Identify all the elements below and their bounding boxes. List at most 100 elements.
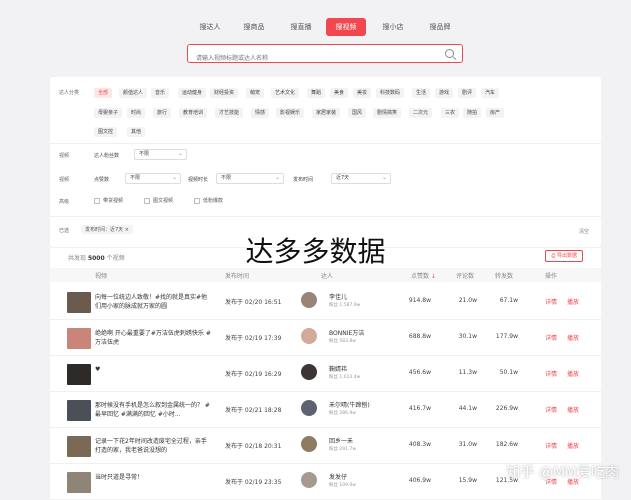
category-chip[interactable]: 颜值达人: [119, 88, 148, 98]
video-label: 视频: [59, 177, 70, 183]
category-chip[interactable]: 剧评: [458, 88, 477, 98]
likes-label: 点赞数: [94, 177, 110, 183]
category-chip[interactable]: 才艺技能: [215, 108, 244, 118]
filter-panel: 达人分类 全部 颜值达人 音乐 运动健身 财经投资 萌宠 艺术文化 舞蹈 美食 美妆 科技数码 生活游…: [50, 77, 601, 247]
table-row[interactable]: 向每一位统边人致敬！#找的就是真实#他们用小家的脉成就万家的圆 发布于 02/20…: [50, 284, 601, 320]
expert-label: 视频: [59, 153, 70, 159]
video-thumbnail[interactable]: [67, 328, 91, 349]
tab-search-products[interactable]: 搜商品: [237, 18, 271, 36]
category-chip[interactable]: 剧情搞笑: [373, 108, 402, 118]
category-chip[interactable]: 教育培训: [179, 108, 208, 118]
avatar[interactable]: [301, 364, 317, 380]
play-link[interactable]: 播放: [567, 333, 579, 342]
check-image-video[interactable]: 图文视频: [144, 197, 173, 204]
col-ops: 操作: [545, 273, 558, 280]
table-row[interactable]: ♥ 发布于 02/19 16:29 鞠婧祎 粉丝 1,013.4w 456.6w 11.3…: [50, 356, 601, 392]
tab-search-live[interactable]: 搜直播: [283, 18, 319, 36]
likes-count: 408.3w: [408, 441, 431, 448]
likes-select[interactable]: 不限: [125, 173, 181, 184]
video-thumbnail[interactable]: [67, 364, 91, 385]
detail-link[interactable]: 详情: [545, 369, 557, 378]
category-chip[interactable]: 美食: [330, 88, 349, 98]
category-chip[interactable]: 萌宠: [246, 88, 265, 98]
col-shares[interactable]: 转发数: [495, 271, 513, 280]
category-chip[interactable]: 情感: [251, 108, 270, 118]
checkbox[interactable]: [194, 197, 200, 204]
avatar[interactable]: [301, 436, 317, 452]
expert-name[interactable]: 鞠婧祎: [329, 364, 347, 373]
video-thumbnail[interactable]: [67, 400, 91, 421]
table-row[interactable]: 绝绝啊 开心最重要了#万洁伍虎刺绣快乐 #万洁伍虎 发布于 02/19 17:39…: [50, 320, 601, 356]
category-chip[interactable]: 母婴亲子: [94, 108, 123, 118]
category-chip[interactable]: 三农: [441, 108, 460, 118]
expert-name[interactable]: 回乡一禾: [329, 436, 353, 445]
category-chip[interactable]: 舞蹈: [307, 88, 326, 98]
expert-name[interactable]: 发发仔: [329, 472, 347, 481]
tab-search-shops[interactable]: 搜小店: [375, 18, 411, 36]
category-chip[interactable]: 旅行: [153, 108, 172, 118]
table-row[interactable]: 那时候没有手机是怎么叙到金属统一的？ #最早回忆 #满满的回忆 #小时... 发布…: [50, 392, 601, 428]
avatar[interactable]: [301, 292, 317, 308]
checkbox[interactable]: [94, 197, 100, 204]
divider: [50, 143, 601, 144]
category-chip[interactable]: 其他: [127, 127, 146, 137]
comments-count: 21.0w: [458, 297, 477, 304]
category-chip[interactable]: 科技数码: [376, 88, 405, 98]
category-chip[interactable]: 时尚: [127, 108, 146, 118]
expert-fans-select[interactable]: 不限: [134, 149, 187, 160]
category-chip[interactable]: 全部: [94, 88, 113, 98]
avatar[interactable]: [301, 328, 317, 344]
category-chip[interactable]: 艺术文化: [271, 88, 300, 98]
video-title[interactable]: ♥: [95, 365, 212, 374]
expert-name[interactable]: 李佳儿: [329, 292, 347, 301]
tab-search-experts[interactable]: 搜达人: [193, 18, 227, 36]
category-chip[interactable]: 美妆: [353, 88, 372, 98]
play-link[interactable]: 播放: [567, 297, 579, 306]
detail-link[interactable]: 详情: [545, 333, 557, 342]
search-icon[interactable]: [445, 49, 454, 58]
category-chip[interactable]: 生活: [412, 88, 431, 98]
publish-time-select[interactable]: 近7天: [331, 173, 391, 184]
avatar[interactable]: [301, 472, 317, 488]
category-chip[interactable]: 国风: [348, 108, 367, 118]
play-link[interactable]: 播放: [567, 369, 579, 378]
category-chip[interactable]: 房产: [486, 108, 505, 118]
detail-link[interactable]: 详情: [545, 441, 557, 450]
col-publish-time: 发布时间: [225, 273, 250, 280]
category-chip[interactable]: 二次元: [409, 108, 433, 118]
search-input[interactable]: [188, 50, 428, 67]
check-low-fans-hit[interactable]: 低粉爆款: [194, 197, 223, 204]
category-chip[interactable]: 随拍: [463, 108, 482, 118]
video-thumbnail[interactable]: [67, 292, 91, 313]
play-link[interactable]: 播放: [567, 441, 579, 450]
video-title[interactable]: 当时只道是寻常！: [95, 473, 212, 482]
video-thumbnail[interactable]: [67, 436, 91, 457]
detail-link[interactable]: 详情: [545, 405, 557, 414]
play-link[interactable]: 播放: [567, 405, 579, 414]
checkbox[interactable]: [144, 197, 150, 204]
category-chip[interactable]: 游戏: [435, 88, 454, 98]
category-chip[interactable]: 图文控: [94, 127, 118, 137]
category-chip[interactable]: 汽车: [481, 88, 500, 98]
col-likes[interactable]: 点赞数 ↓: [411, 271, 436, 280]
detail-link[interactable]: 详情: [545, 297, 557, 306]
video-thumbnail[interactable]: [67, 472, 91, 493]
video-title[interactable]: 向每一位统边人致敬！#找的就是真实#他们用小家的脉成就万家的圆: [95, 293, 212, 311]
col-comments[interactable]: 评论数: [456, 271, 474, 280]
category-chip[interactable]: 音乐: [151, 88, 170, 98]
video-title[interactable]: 绝绝啊 开心最重要了#万洁伍虎刺绣快乐 #万洁伍虎: [95, 329, 212, 347]
expert-name[interactable]: BONNIE万洁: [329, 328, 364, 337]
expert-name[interactable]: 禾尔晴(牛蹄刨): [329, 400, 370, 409]
category-chip[interactable]: 财经投资: [210, 88, 239, 98]
duration-select[interactable]: 不限: [216, 173, 284, 184]
table-row[interactable]: 记录一下花2年时间改造废宅全过程，亲手打造的家，我老爸说没想的 发布于 02/18…: [50, 428, 601, 464]
category-chip[interactable]: 运动健身: [178, 88, 207, 98]
category-chip[interactable]: 影视娱乐: [276, 108, 305, 118]
tab-search-brands[interactable]: 搜品牌: [420, 18, 460, 36]
category-chip[interactable]: 家居家装: [312, 108, 341, 118]
check-goods-video[interactable]: 带货视频: [94, 197, 123, 204]
avatar[interactable]: [301, 400, 317, 416]
video-title[interactable]: 那时候没有手机是怎么叙到金属统一的？ #最早回忆 #满满的回忆 #小时...: [95, 401, 212, 419]
tab-search-videos[interactable]: 搜视频: [326, 18, 366, 36]
video-title[interactable]: 记录一下花2年时间改造废宅全过程，亲手打造的家，我老爸说没想的: [95, 437, 212, 455]
